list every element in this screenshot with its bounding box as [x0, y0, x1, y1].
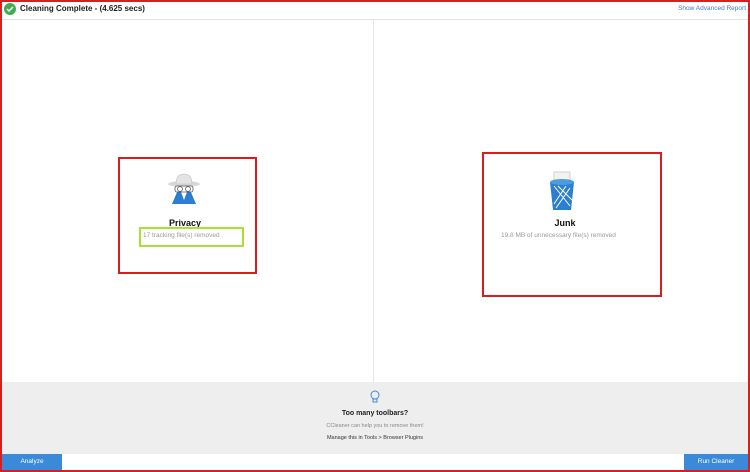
junk-title: Junk: [554, 218, 576, 228]
analyze-button[interactable]: Analyze: [2, 454, 62, 470]
spy-icon: [168, 173, 200, 204]
check-circle-icon: [4, 3, 16, 15]
show-advanced-report-link[interactable]: Show Advanced Report: [678, 5, 746, 12]
run-cleaner-button[interactable]: Run Cleaner: [684, 454, 748, 470]
header-bar: Cleaning Complete - (4.625 secs) Show Ad…: [2, 2, 748, 18]
promo-title: Too many toolbars?: [341, 410, 409, 417]
promo-manage-link[interactable]: Manage this in Tools > Browser Plugins: [2, 435, 748, 441]
results-divider: [373, 20, 374, 382]
toolbar-promo: Too many toolbars? CCleaner can help you…: [2, 382, 748, 454]
recycle-bin-icon: [550, 171, 574, 210]
page-title: Cleaning Complete - (4.625 secs): [20, 4, 145, 13]
promo-subtitle: CCleaner can help you to remove them!: [326, 423, 424, 429]
privacy-count-highlight: [139, 227, 244, 247]
header-divider: [2, 19, 748, 20]
lightbulb-icon: [370, 390, 380, 403]
junk-description: 19.8 MB of unnecessary file(s) removed: [501, 232, 616, 239]
